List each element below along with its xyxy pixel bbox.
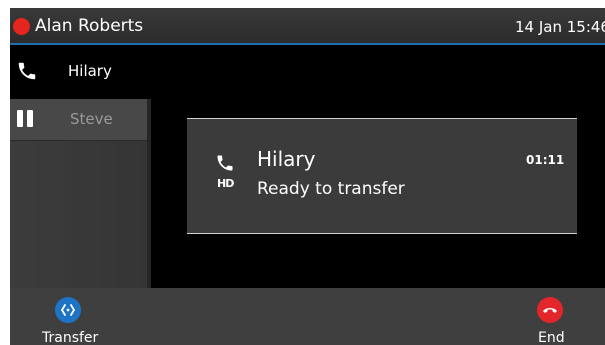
phone-screen: Alan Roberts 14 Jan 15:46 Hilary Steve H… (10, 8, 605, 345)
held-calls-panel: Steve (10, 99, 151, 288)
held-call-label: Steve (70, 110, 113, 128)
held-call-item[interactable]: Steve (10, 99, 147, 141)
end-call-button[interactable]: End (515, 288, 595, 345)
end-label: End (538, 330, 565, 345)
transfer-button[interactable]: Transfer (30, 288, 120, 345)
call-card: HD Hilary Ready to transfer 01:11 (187, 118, 577, 234)
device-frame: Alan Roberts 14 Jan 15:46 Hilary Steve H… (0, 0, 605, 345)
call-timer: 01:11 (526, 153, 565, 167)
presence-status-icon (13, 18, 30, 35)
date-time: 14 Jan 15:46 (515, 18, 605, 36)
caller-name: Hilary (257, 147, 316, 171)
status-header: Alan Roberts 14 Jan 15:46 (10, 8, 605, 45)
transfer-icon (55, 297, 81, 323)
phone-icon (217, 155, 233, 171)
phone-icon (18, 62, 36, 80)
hangup-icon (537, 297, 563, 323)
call-status: Ready to transfer (257, 179, 405, 199)
hd-audio-badge: HD (217, 177, 234, 190)
transfer-label: Transfer (42, 330, 99, 345)
active-line-label: Hilary (68, 62, 112, 80)
active-line-item[interactable]: Hilary (10, 45, 605, 99)
softkey-bar: Transfer End (10, 288, 605, 345)
user-name: Alan Roberts (35, 16, 144, 36)
